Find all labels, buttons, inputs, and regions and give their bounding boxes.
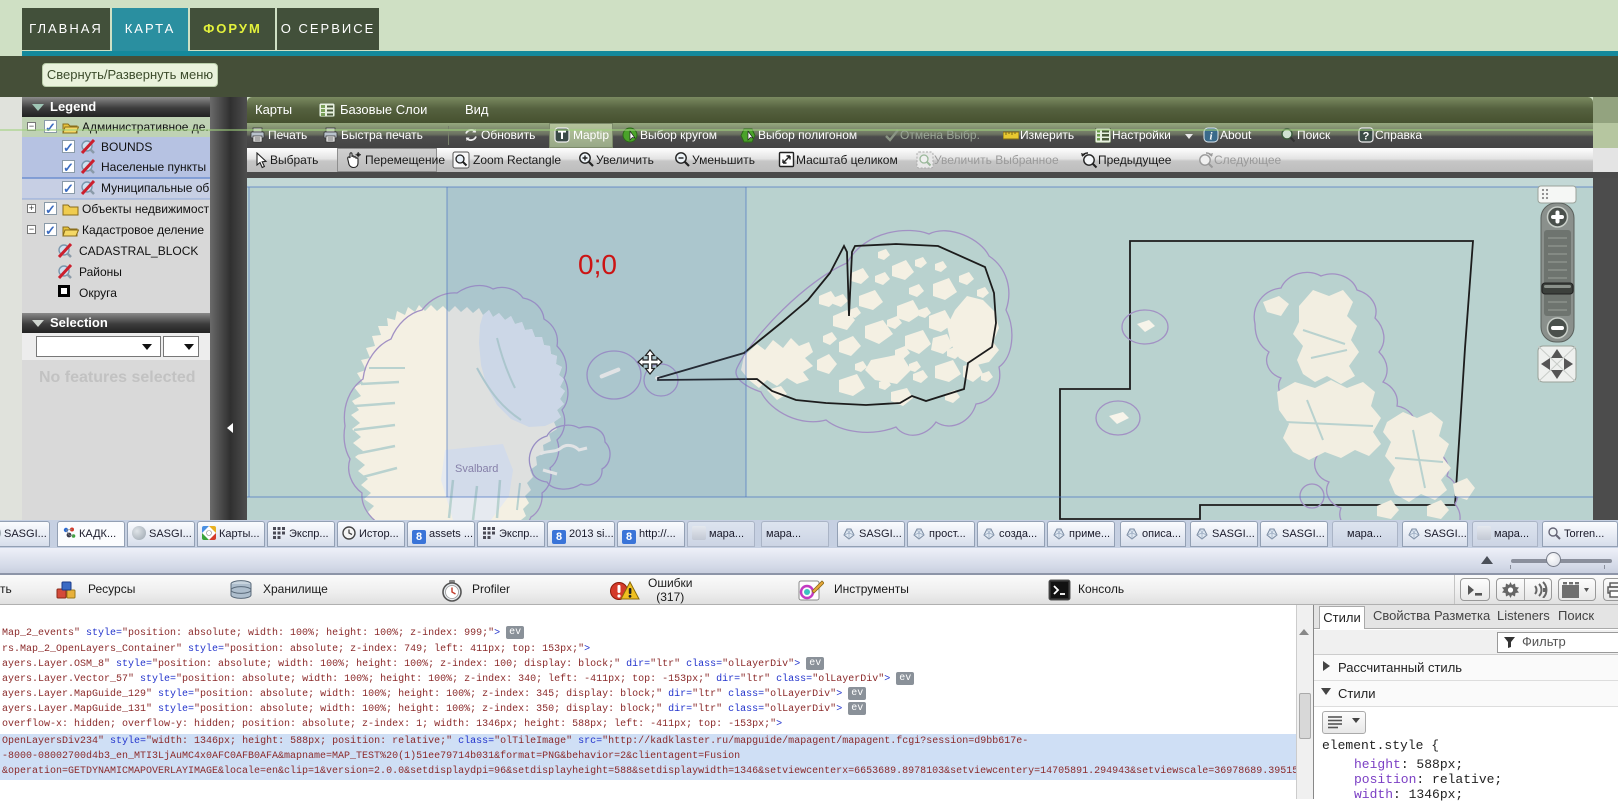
svg-text:?: ? [1363, 131, 1370, 143]
svg-text:0;0: 0;0 [578, 249, 617, 280]
